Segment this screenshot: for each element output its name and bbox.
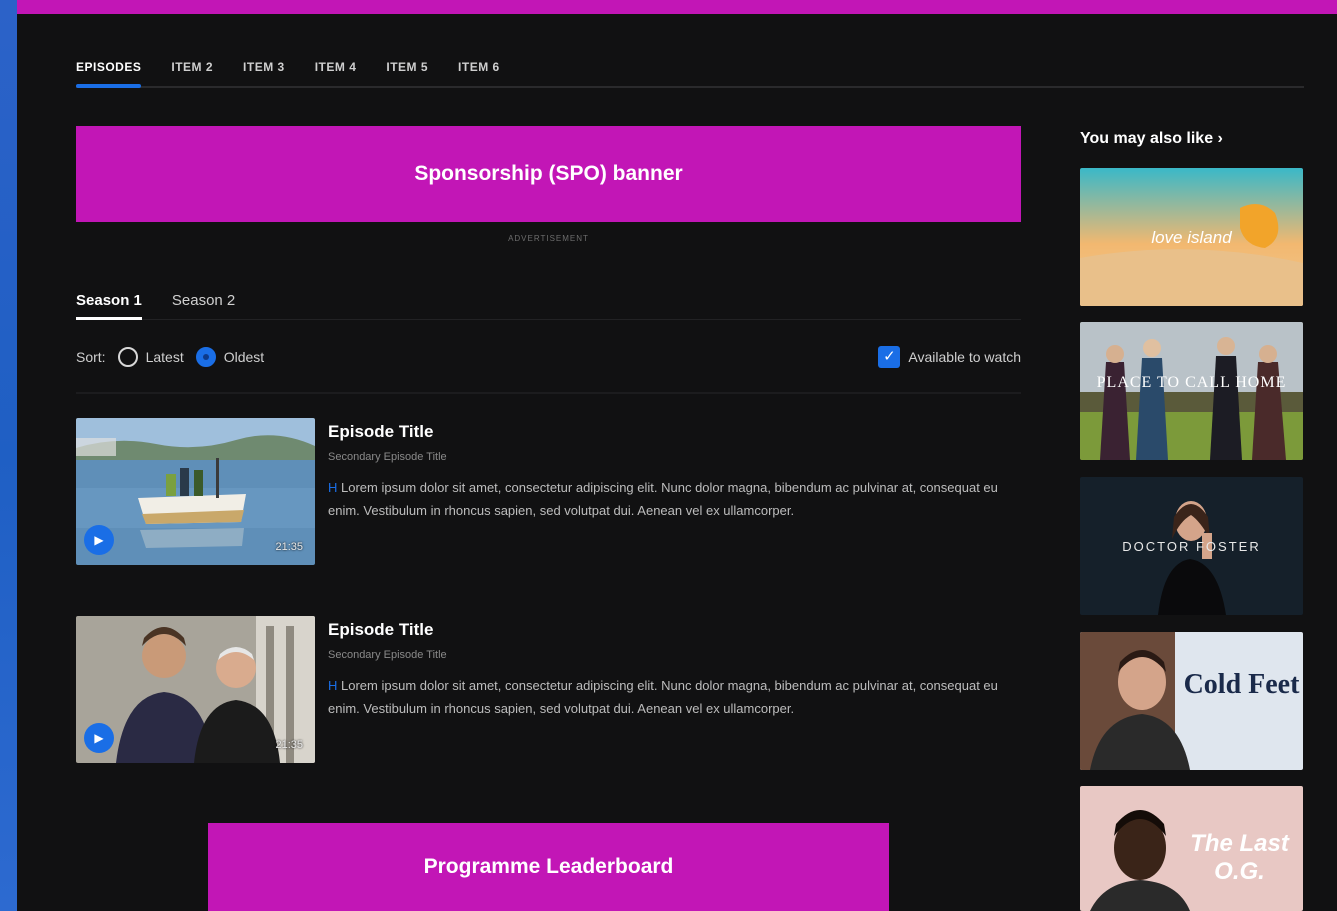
episode-description: H Lorem ipsum dolor sit amet, consectetu… xyxy=(328,476,998,522)
recommendation-card[interactable]: love island xyxy=(1080,168,1303,306)
rating-tag: H xyxy=(328,480,338,495)
divider xyxy=(76,392,1021,394)
episode-description-text: Lorem ipsum dolor sit amet, consectetur … xyxy=(328,480,998,518)
sort-latest-label: Latest xyxy=(145,349,184,365)
episode-subtitle: Secondary Episode Title xyxy=(328,451,447,463)
sort-oldest-label: Oldest xyxy=(223,349,265,365)
recommendation-card[interactable]: The Last O.G. xyxy=(1080,786,1303,911)
play-icon[interactable]: ▶ xyxy=(84,525,114,555)
rec-title: love island xyxy=(1151,228,1232,247)
tab-episodes[interactable]: EPISODES xyxy=(76,50,142,88)
you-may-also-like-heading[interactable]: You may also like › xyxy=(1080,130,1223,148)
tab-item-6[interactable]: ITEM 6 xyxy=(458,50,500,86)
episode-description-text: Lorem ipsum dolor sit amet, consectetur … xyxy=(328,678,998,716)
advertisement-label: ADVERTISEMENT xyxy=(508,234,589,243)
tab-season-2[interactable]: Season 2 xyxy=(172,286,235,319)
episode-item[interactable]: ▶ 21:35 Episode Title Secondary Episode … xyxy=(76,616,1021,766)
sponsorship-banner[interactable]: Sponsorship (SPO) banner xyxy=(76,126,1021,222)
recommendation-card[interactable]: PLACE TO CALL HOME xyxy=(1080,322,1303,460)
tab-item-4[interactable]: ITEM 4 xyxy=(315,50,357,86)
play-icon[interactable]: ▶ xyxy=(84,723,114,753)
episode-title[interactable]: Episode Title xyxy=(328,422,434,442)
episode-duration: 21:35 xyxy=(275,739,303,751)
available-to-watch-filter[interactable]: ✓ Available to watch xyxy=(878,346,1021,368)
episode-subtitle: Secondary Episode Title xyxy=(328,649,447,661)
tab-item-5[interactable]: ITEM 5 xyxy=(386,50,428,86)
available-to-watch-checkbox[interactable]: ✓ xyxy=(878,346,901,368)
sponsorship-banner-label: Sponsorship (SPO) banner xyxy=(414,162,683,185)
rec-title: PLACE TO CALL HOME xyxy=(1096,374,1287,391)
episode-thumbnail[interactable]: ▶ 21:35 xyxy=(76,616,315,763)
sort-oldest-radio[interactable] xyxy=(195,347,216,367)
episode-description: H Lorem ipsum dolor sit amet, consectetu… xyxy=(328,674,998,720)
recommendation-card[interactable]: Cold Feet xyxy=(1080,632,1303,770)
rec-title: The Last O.G. xyxy=(1190,830,1289,885)
programme-leaderboard-ad[interactable]: Programme Leaderboard xyxy=(208,823,889,911)
tab-item-2[interactable]: ITEM 2 xyxy=(171,50,213,86)
top-ad-bar xyxy=(17,0,1337,14)
rec-title: DOCTOR FOSTER xyxy=(1122,539,1261,554)
left-edge-strip xyxy=(0,0,17,911)
episode-duration: 21:35 xyxy=(275,541,303,553)
episode-item[interactable]: ▶ 21:35 Episode Title Secondary Episode … xyxy=(76,418,1021,568)
sort-controls: Sort: Latest Oldest ✓ Available to watch xyxy=(76,340,1021,374)
rating-tag: H xyxy=(328,678,338,693)
tab-item-3[interactable]: ITEM 3 xyxy=(243,50,285,86)
rec-title: Cold Feet xyxy=(1183,669,1300,700)
cold-feet-poster xyxy=(1080,632,1303,770)
episode-thumbnail[interactable]: ▶ 21:35 xyxy=(76,418,315,565)
sort-label: Sort: xyxy=(76,349,106,365)
episode-title[interactable]: Episode Title xyxy=(328,620,434,640)
available-to-watch-label: Available to watch xyxy=(908,349,1021,365)
season-tabs: Season 1 Season 2 xyxy=(76,286,1021,320)
tab-season-1[interactable]: Season 1 xyxy=(76,286,142,320)
leaderboard-label: Programme Leaderboard xyxy=(423,855,674,878)
programme-tabs: EPISODES ITEM 2 ITEM 3 ITEM 4 ITEM 5 ITE… xyxy=(76,50,1304,88)
recommendation-card[interactable]: DOCTOR FOSTER xyxy=(1080,477,1303,615)
sort-latest-radio[interactable] xyxy=(117,347,138,367)
